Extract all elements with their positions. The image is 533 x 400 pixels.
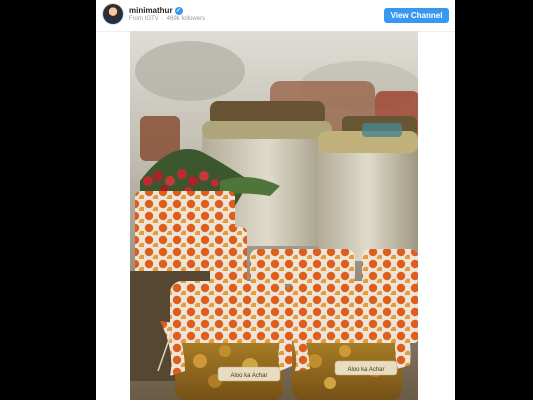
separator-dot: · — [161, 16, 164, 22]
username[interactable]: minimathur ✓ — [129, 6, 183, 15]
post-header: minimathur ✓ From IGTV · 469k followers Vie… — [96, 0, 455, 32]
view-channel-button[interactable]: View Channel — [384, 8, 449, 23]
verified-badge-icon: ✓ — [174, 6, 183, 15]
source-text: From IGTV — [129, 16, 159, 22]
username-text[interactable]: minimathur — [129, 6, 173, 15]
post-video-frame[interactable]: Aloo ka Achar Aloo ka Achar — [130, 31, 418, 400]
avatar[interactable] — [103, 4, 123, 24]
instagram-embed-card: minimathur ✓ From IGTV · 469k followers Vie… — [96, 0, 455, 400]
followers-text: 469k followers — [166, 16, 206, 22]
pickle-jars-photo: Aloo ka Achar Aloo ka Achar — [130, 31, 418, 400]
post-subtitle: From IGTV · 469k followers — [129, 16, 205, 23]
